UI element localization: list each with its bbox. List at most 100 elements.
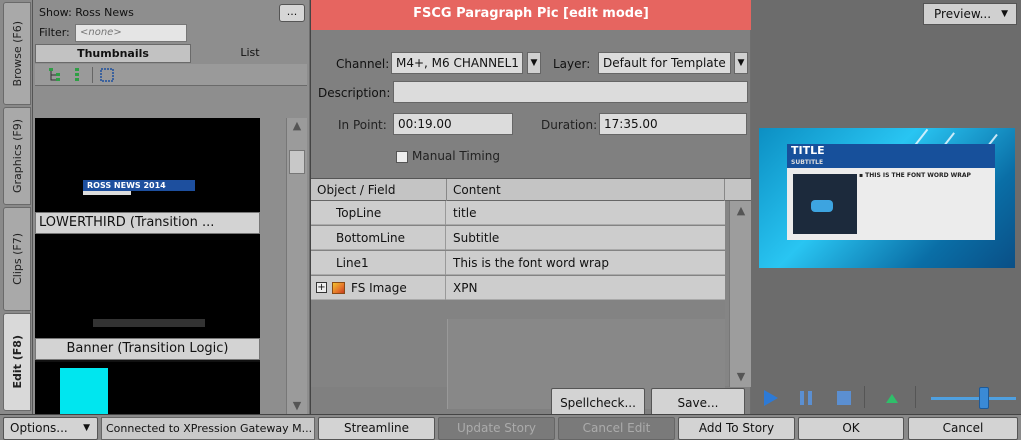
cancel-button[interactable]: Cancel <box>908 417 1018 440</box>
preview-subtitle-text: SUBTITLE <box>791 159 824 166</box>
layer-select[interactable]: Default for Template <box>598 52 731 74</box>
tab-graphics-label: Graphics (F9) <box>10 119 24 193</box>
description-label: Description: <box>318 86 391 100</box>
table-row[interactable]: TopLine title <box>311 201 725 225</box>
field-grid: Object / Field Content TopLine title Bot… <box>311 178 751 409</box>
preview-title-text: TITLE <box>791 144 825 157</box>
channel-dropdown-icon[interactable]: ▼ <box>527 52 541 74</box>
ok-button[interactable]: OK <box>798 417 904 440</box>
tab-edit[interactable]: Edit (F8) <box>3 313 31 411</box>
grid-scrollbar[interactable]: ▲ ▼ <box>729 201 751 387</box>
browse-toolbar <box>35 64 307 86</box>
cancel-edit-button[interactable]: Cancel Edit <box>558 417 675 440</box>
bottom-bar: Options... ▼ Connected to XPression Gate… <box>0 414 1021 440</box>
table-row[interactable]: + FS Image XPN <box>311 276 725 300</box>
row-content[interactable]: Subtitle <box>447 226 725 250</box>
row-field: FS Image <box>311 276 446 300</box>
preview-title: TITLE SUBTITLE <box>787 144 995 168</box>
preview-body-text-value: THIS IS THE FONT WORD WRAP <box>865 172 971 179</box>
preview-picture-glow <box>811 200 833 212</box>
thumbnail-caption-banner[interactable]: Banner (Transition Logic) <box>35 338 260 360</box>
scroll-up-icon[interactable]: ▲ <box>289 118 305 134</box>
grid-body: TopLine title BottomLine Subtitle Line1 … <box>311 201 725 409</box>
tab-browse-label: Browse (F6) <box>10 20 24 87</box>
duration-input[interactable]: 17:35.00 <box>599 113 747 135</box>
connection-status: Connected to XPression Gateway M... <box>101 417 315 440</box>
browse-panel: Show: Ross News ... Filter: <none> Thumb… <box>33 0 309 414</box>
tab-thumbnails[interactable]: Thumbnails <box>35 44 191 63</box>
tab-clips[interactable]: Clips (F7) <box>3 207 31 311</box>
preview-image: TITLE SUBTITLE ▪ THIS IS THE FONT WORD W… <box>759 128 1015 268</box>
show-row: Show: Ross News ... <box>39 4 305 24</box>
table-row[interactable]: Line1 This is the font word wrap <box>311 251 725 275</box>
browse-scroll-thumb[interactable] <box>289 150 305 174</box>
scroll-up-icon[interactable]: ▲ <box>733 203 749 219</box>
column-object-field[interactable]: Object / Field <box>311 179 447 201</box>
editor-panel: FSCG Paragraph Pic [edit mode] Channel: … <box>310 0 751 418</box>
description-input[interactable] <box>393 81 748 103</box>
show-browse-button[interactable]: ... <box>279 4 305 22</box>
row-content[interactable]: XPN <box>447 276 725 300</box>
channel-select[interactable]: M4+, M6 CHANNEL1 <box>391 52 523 74</box>
scroll-down-icon[interactable]: ▼ <box>733 369 749 385</box>
in-point-label: In Point: <box>338 118 387 132</box>
select-frame-icon[interactable] <box>99 67 115 83</box>
channel-label: Channel: <box>336 57 390 71</box>
chevron-down-icon: ▼ <box>1001 9 1008 19</box>
tab-edit-label: Edit (F8) <box>10 335 24 389</box>
scroll-down-icon[interactable]: ▼ <box>289 398 305 414</box>
manual-timing-label: Manual Timing <box>412 149 500 163</box>
preview-button[interactable]: Preview... ▼ <box>923 3 1017 25</box>
take-triangle-icon[interactable] <box>883 389 901 407</box>
pause-icon[interactable] <box>797 389 815 407</box>
duration-label: Duration: <box>541 118 598 132</box>
tab-graphics[interactable]: Graphics (F9) <box>3 107 31 205</box>
stop-icon[interactable] <box>835 389 853 407</box>
thumbnail-caption-lowerthird[interactable]: LOWERTHIRD (Transition ... <box>35 212 260 234</box>
preview-body-text: ▪ THIS IS THE FONT WORD WRAP <box>859 172 971 179</box>
show-label: Show: Ross News <box>39 6 134 19</box>
view-tabs: Thumbnails List <box>35 44 307 63</box>
browse-scrollbar[interactable]: ▲ ▼ <box>286 118 307 414</box>
layer-dropdown-icon[interactable]: ▼ <box>734 52 748 74</box>
row-field: Line1 <box>311 251 446 275</box>
play-icon[interactable] <box>761 389 779 407</box>
row-content[interactable]: title <box>447 201 725 225</box>
transport-controls <box>751 382 1021 412</box>
editor-title: FSCG Paragraph Pic [edit mode] <box>311 0 751 30</box>
options-button[interactable]: Options... ▼ <box>3 417 98 440</box>
layer-label: Layer: <box>553 57 591 71</box>
chevron-down-icon: ▼ <box>83 423 90 433</box>
thumbnail-overlay-strip <box>83 191 131 195</box>
transport-divider <box>915 386 916 408</box>
side-tab-bar: Browse (F6) Graphics (F9) Clips (F7) Edi… <box>0 0 33 414</box>
transport-divider <box>864 386 865 408</box>
in-point-input[interactable]: 00:19.00 <box>393 113 513 135</box>
thumbnail-cyan-block <box>60 368 108 414</box>
thumbnail-list: ROSS NEWS 2014 LOWERTHIRD (Transition ..… <box>35 118 260 414</box>
streamline-button[interactable]: Streamline <box>318 417 435 440</box>
thumbnail-overlay-text: ROSS NEWS 2014 <box>83 180 195 191</box>
manual-timing-checkbox[interactable] <box>396 151 408 163</box>
scrub-slider-thumb[interactable] <box>979 387 989 409</box>
tree-collapse-icon[interactable] <box>69 67 85 83</box>
filter-input[interactable]: <none> <box>75 24 187 42</box>
table-row[interactable]: BottomLine Subtitle <box>311 226 725 250</box>
tree-expand-icon[interactable] <box>47 67 63 83</box>
preview-button-label: Preview... <box>934 7 992 21</box>
tab-browse[interactable]: Browse (F6) <box>3 2 31 105</box>
tab-list[interactable]: List <box>193 44 307 63</box>
thumbnail-banner[interactable] <box>35 234 260 338</box>
filter-label: Filter: <box>39 26 70 39</box>
preview-content-card: ▪ THIS IS THE FONT WORD WRAP <box>787 168 995 240</box>
preview-panel: Preview... ▼ TITLE SUBTITLE ▪ THIS IS TH… <box>751 0 1021 414</box>
add-to-story-button[interactable]: Add To Story <box>678 417 795 440</box>
thumbnail-lowerthird[interactable]: ROSS NEWS 2014 <box>35 118 260 212</box>
update-story-button[interactable]: Update Story <box>438 417 555 440</box>
row-field: TopLine <box>311 201 446 225</box>
thumbnail-third[interactable] <box>35 362 260 414</box>
row-content[interactable]: This is the font word wrap <box>447 251 725 275</box>
banner-strip <box>93 319 205 327</box>
scrub-slider-track[interactable] <box>931 397 1016 400</box>
column-content[interactable]: Content <box>447 179 725 201</box>
